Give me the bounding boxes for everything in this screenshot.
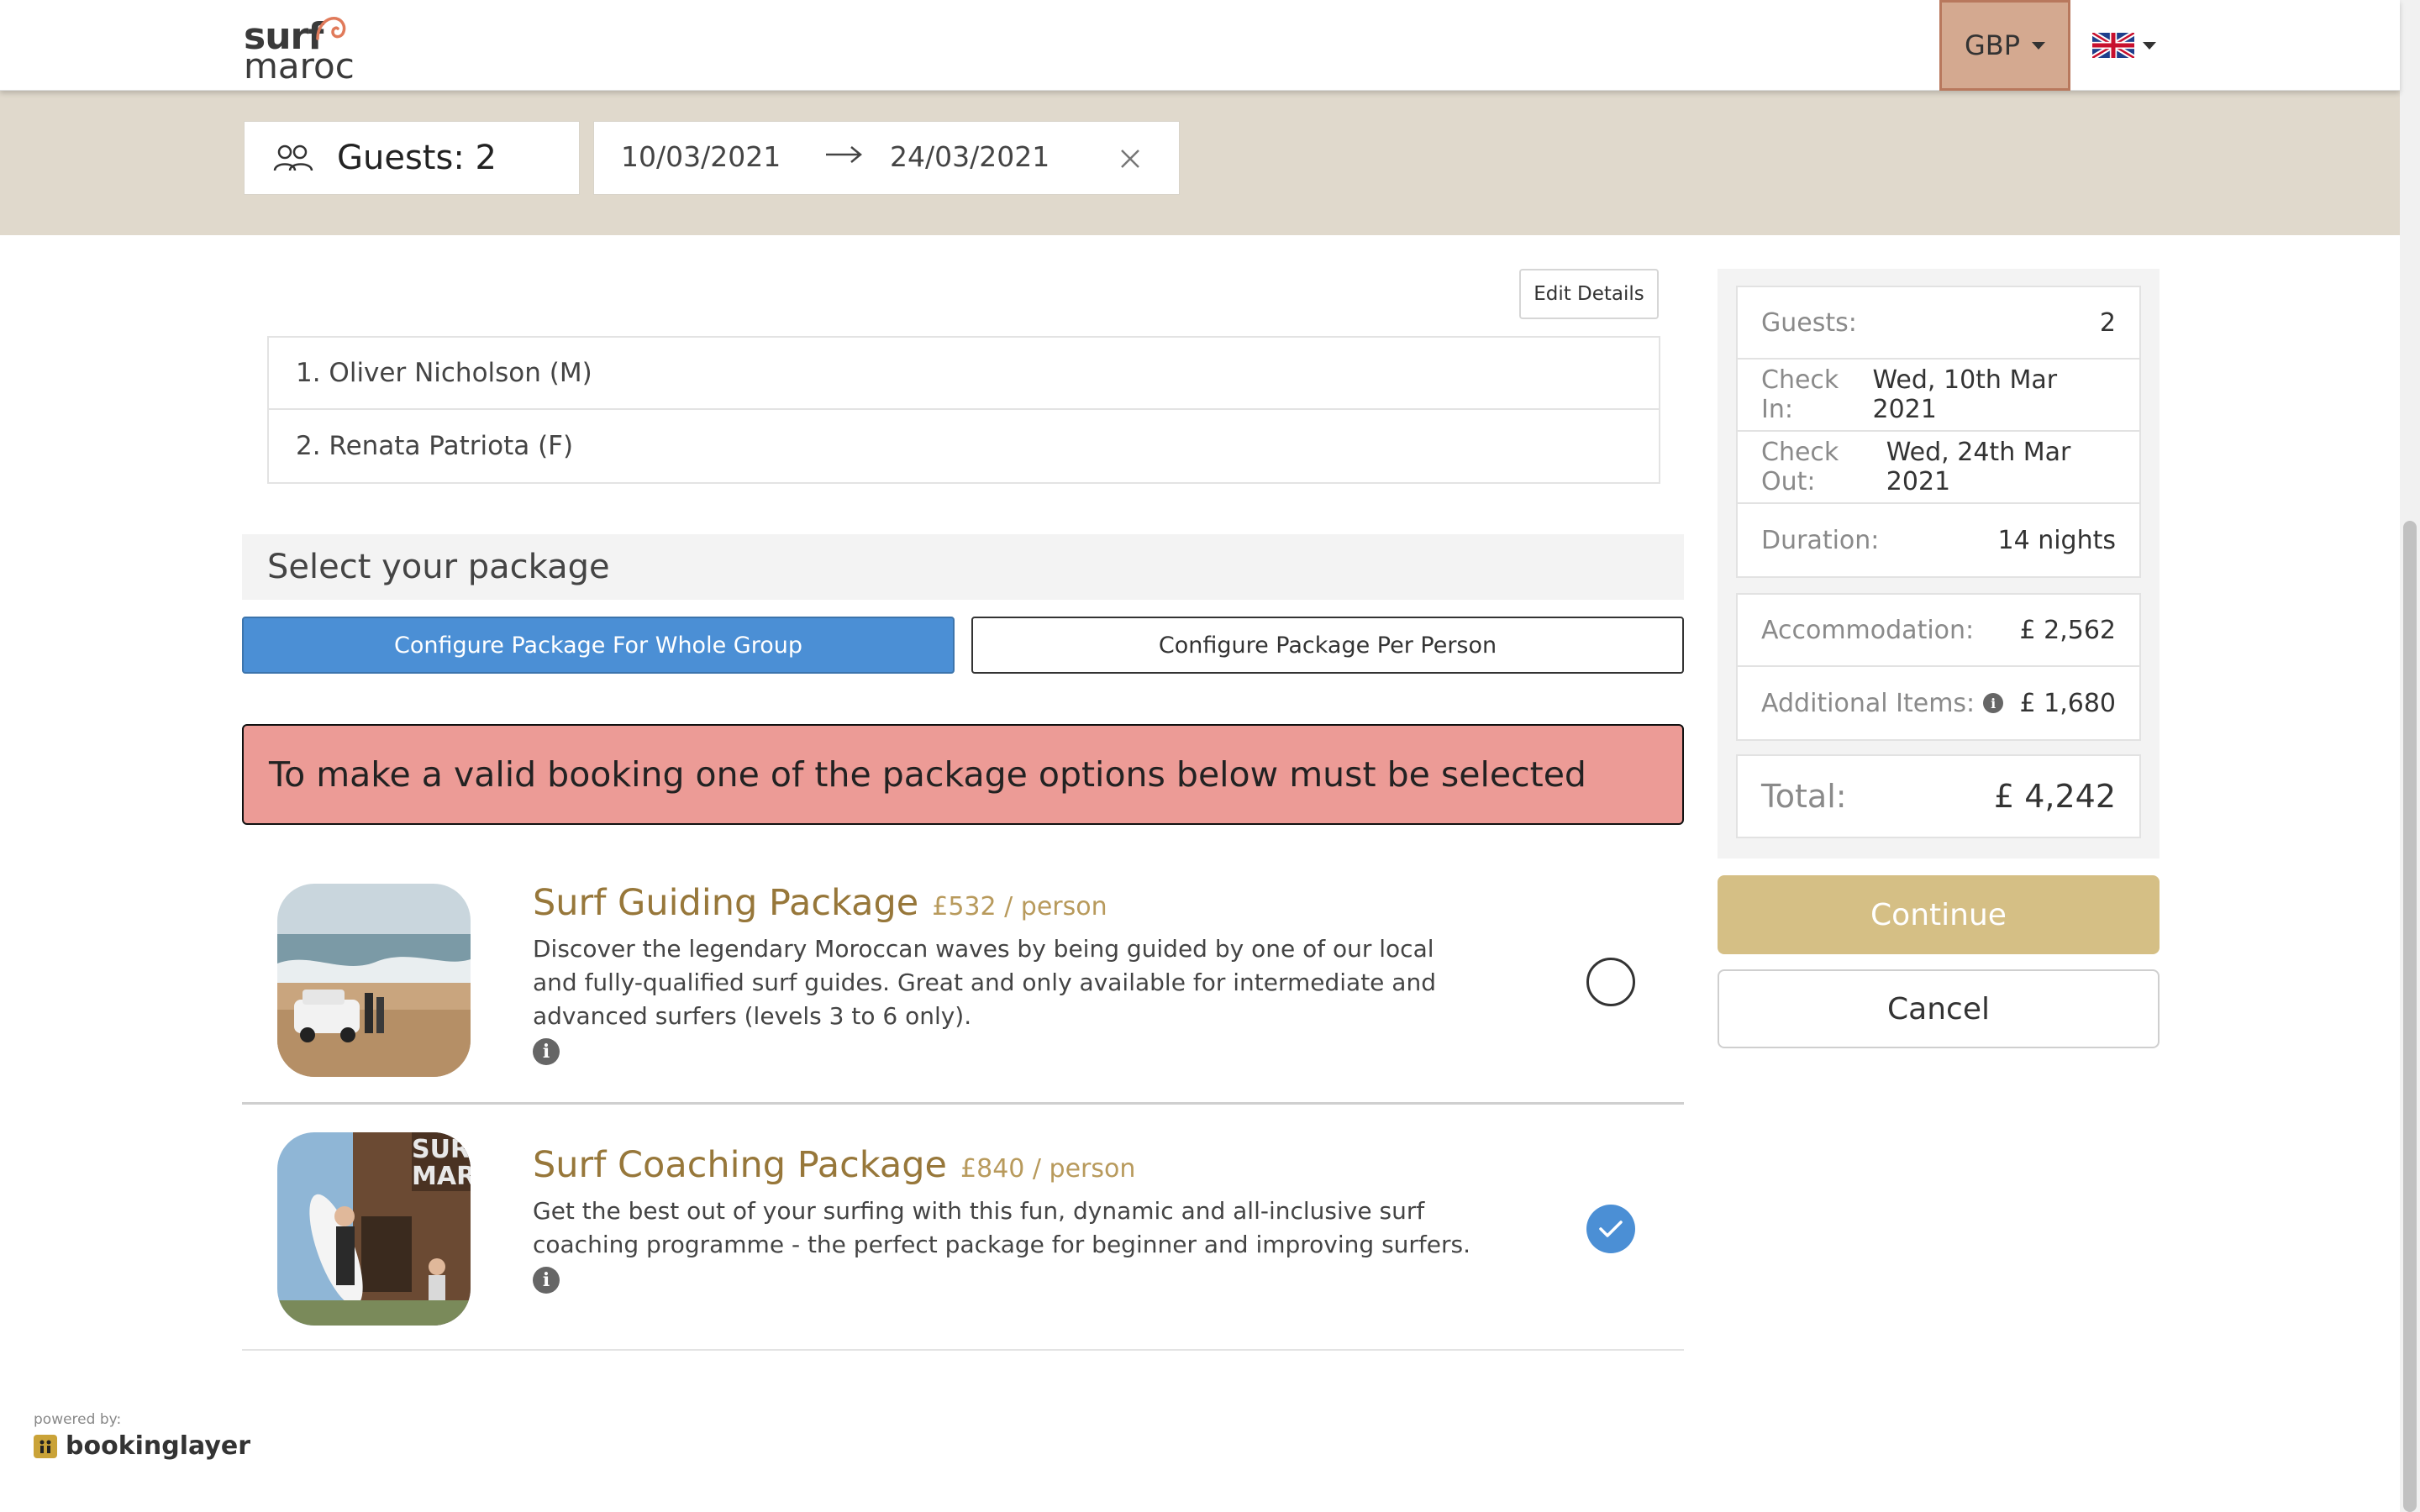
summary-value: Wed, 24th Mar 2021 (1886, 438, 2071, 496)
surf-guiding-image (277, 884, 471, 1077)
summary-value: 14 nights (1997, 525, 2116, 555)
logo-text-bottom: maroc (244, 45, 355, 87)
summary-label: Duration: (1761, 525, 1880, 555)
booking-summary-panel: Guests: 2 Check In: Wed, 10th Mar 2021 C… (1718, 269, 2160, 858)
guest-list-item: 1. Oliver Nicholson (M) (269, 338, 1659, 410)
close-icon[interactable] (1118, 147, 1142, 171)
bookinglayer-logo-icon (34, 1434, 57, 1458)
wave-logo-icon (316, 17, 346, 40)
package-title: Surf Guiding Package £532 / person (533, 882, 1107, 924)
date-range-picker[interactable]: 10/03/2021 24/03/2021 (593, 121, 1180, 195)
guests-selector[interactable]: Guests: 2 (244, 121, 580, 195)
package-description: Discover the legendary Moroccan waves by… (533, 935, 1436, 1030)
check-in-date[interactable]: 10/03/2021 (621, 140, 781, 173)
bookinglayer-brand: bookinglayer (34, 1431, 250, 1461)
surf-maroc-logo[interactable]: surf maroc (244, 10, 361, 87)
package-required-alert: To make a valid booking one of the packa… (242, 724, 1684, 825)
summary-duration-row: Duration: 14 nights (1738, 504, 2139, 576)
summary-cost-group: Accommodation: £ 2,562 Additional Items:… (1736, 593, 2141, 741)
checkmark-icon (1599, 1221, 1623, 1237)
currency-dropdown[interactable]: GBP (1939, 0, 2070, 91)
summary-label: Check Out: (1761, 438, 1839, 496)
summary-label: Accommodation: (1761, 615, 1975, 645)
info-icon[interactable]: i (533, 1267, 560, 1294)
powered-by-label: powered by: (34, 1411, 122, 1428)
users-icon (273, 144, 313, 171)
guests-count-label: Guests: 2 (337, 139, 497, 177)
total-label: Total: (1761, 778, 1847, 815)
currency-label: GBP (1964, 29, 2021, 61)
info-icon[interactable]: i (1983, 693, 2004, 713)
cancel-button[interactable]: Cancel (1718, 969, 2160, 1048)
package-divider (242, 1349, 1684, 1351)
summary-additional-row: Additional Items: i £ 1,680 (1738, 667, 2139, 739)
package-price: £532 / person (932, 892, 1107, 921)
summary-value: 2 (2099, 307, 2116, 338)
summary-accommodation-row: Accommodation: £ 2,562 (1738, 595, 2139, 667)
summary-label-with-info: Additional Items: i (1761, 688, 2004, 718)
configure-per-person-button[interactable]: Configure Package Per Person (971, 617, 1684, 674)
svg-text:MAR: MAR (412, 1162, 471, 1191)
summary-total-row: Total: £ 4,242 (1738, 756, 2139, 837)
chevron-down-icon (2143, 41, 2156, 50)
top-navbar: surf maroc GBP (0, 0, 2400, 91)
summary-guests-row: Guests: 2 (1738, 287, 2139, 360)
guest-list: 1. Oliver Nicholson (M) 2. Renata Patrio… (267, 336, 1660, 484)
continue-button[interactable]: Continue (1718, 875, 2160, 954)
total-value: £ 4,242 (1993, 778, 2116, 815)
svg-text:SUR: SUR (412, 1135, 470, 1164)
guest-list-item: 2. Renata Patriota (F) (296, 431, 574, 461)
configure-whole-group-button[interactable]: Configure Package For Whole Group (242, 617, 955, 674)
arrow-right-icon (826, 146, 862, 163)
summary-label: Additional Items: (1761, 688, 1975, 718)
info-icon[interactable]: i (533, 1038, 560, 1065)
package-section-heading: Select your package (242, 534, 1684, 600)
check-out-date[interactable]: 24/03/2021 (890, 140, 1050, 173)
package-item-surf-coaching: SUR MAR Surf Coaching Package £840 / pers… (242, 1132, 1684, 1351)
summary-value: £ 2,562 (2019, 615, 2116, 645)
summary-label: Guests: (1761, 307, 1857, 338)
package-title-text: Surf Coaching Package (533, 1144, 948, 1186)
summary-dates-group: Guests: 2 Check In: Wed, 10th Mar 2021 C… (1736, 286, 2141, 578)
package-price: £840 / person (960, 1154, 1136, 1184)
summary-value: £ 1,680 (2019, 688, 2116, 718)
chevron-down-icon (2032, 41, 2046, 50)
package-select-radio-checked[interactable] (1586, 1205, 1635, 1253)
package-item-surf-guiding: Surf Guiding Package £532 / person Discov… (242, 874, 1684, 1100)
package-description: Get the best out of your surfing with th… (533, 1197, 1470, 1258)
page-scrollbar[interactable] (2400, 0, 2420, 1512)
edit-details-button[interactable]: Edit Details (1519, 269, 1659, 319)
summary-check-in-row: Check In: Wed, 10th Mar 2021 (1738, 360, 2139, 432)
package-select-radio[interactable] (1586, 958, 1635, 1006)
uk-flag-icon (2092, 33, 2134, 58)
summary-label: Check In: (1761, 365, 1839, 424)
powered-by-badge[interactable]: powered by: bookinglayer (34, 1411, 250, 1478)
package-divider (242, 1102, 1684, 1105)
package-title: Surf Coaching Package £840 / person (533, 1144, 1135, 1186)
summary-value: Wed, 10th Mar 2021 (1872, 365, 2058, 424)
summary-total-group: Total: £ 4,242 (1736, 754, 2141, 838)
surf-coaching-image: SUR MAR (277, 1132, 471, 1326)
language-dropdown[interactable] (2092, 29, 2168, 62)
package-title-text: Surf Guiding Package (533, 882, 919, 924)
scrollbar-thumb[interactable] (2403, 521, 2417, 1512)
summary-check-out-row: Check Out: Wed, 24th Mar 2021 (1738, 432, 2139, 504)
bookinglayer-text: bookinglayer (66, 1431, 251, 1461)
